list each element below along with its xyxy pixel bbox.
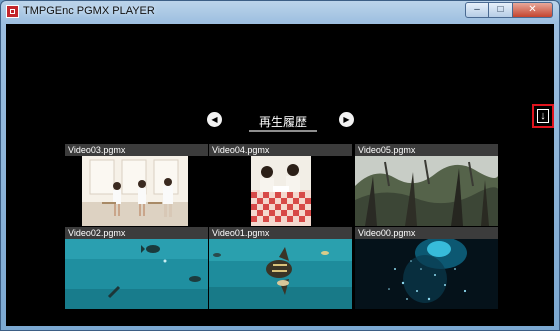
video-tile-video04[interactable]: Video04.pgmx bbox=[209, 144, 352, 226]
title-bar[interactable]: TMPGEnc PGMX PLAYER – □ ✕ bbox=[1, 1, 559, 23]
next-page-button[interactable]: ▶ bbox=[339, 112, 354, 127]
window-controls: – □ ✕ bbox=[465, 2, 553, 18]
video-thumbnail bbox=[65, 239, 208, 309]
video-name: Video04.pgmx bbox=[209, 144, 352, 156]
history-title-underline bbox=[249, 130, 317, 132]
window-title: TMPGEnc PGMX PLAYER bbox=[23, 5, 155, 17]
video-tile-video05[interactable]: Video05.pgmx bbox=[355, 144, 498, 226]
video-name: Video01.pgmx bbox=[209, 227, 352, 239]
player-area: ◀ 再生履歴 ▶ ↓ Video03.pgmx Video04.pgmx Vid… bbox=[6, 24, 554, 326]
video-tile-video03[interactable]: Video03.pgmx bbox=[65, 144, 208, 226]
video-tile-video02[interactable]: Video02.pgmx bbox=[65, 227, 208, 309]
download-button[interactable]: ↓ bbox=[532, 104, 554, 128]
history-title: 再生履歴 bbox=[258, 115, 307, 129]
video-name: Video00.pgmx bbox=[355, 227, 498, 239]
video-thumbnail bbox=[209, 239, 352, 309]
prev-page-button[interactable]: ◀ bbox=[207, 112, 222, 127]
video-thumbnail bbox=[82, 156, 188, 226]
minimize-button[interactable]: – bbox=[465, 2, 489, 18]
video-thumbnail bbox=[355, 239, 498, 309]
maximize-button[interactable]: □ bbox=[489, 2, 513, 18]
video-name: Video02.pgmx bbox=[65, 227, 208, 239]
video-name: Video03.pgmx bbox=[65, 144, 208, 156]
video-thumbnail bbox=[355, 156, 498, 226]
app-window: TMPGEnc PGMX PLAYER – □ ✕ ◀ 再生履歴 ▶ ↓ Vid… bbox=[0, 0, 560, 331]
close-button[interactable]: ✕ bbox=[513, 2, 553, 18]
video-tile-video00[interactable]: Video00.pgmx bbox=[355, 227, 498, 309]
video-tile-video01[interactable]: Video01.pgmx bbox=[209, 227, 352, 309]
app-logo-icon bbox=[6, 5, 19, 18]
video-name: Video05.pgmx bbox=[355, 144, 498, 156]
video-thumbnail bbox=[251, 156, 311, 226]
arrow-down-icon: ↓ bbox=[537, 109, 549, 123]
history-nav: ◀ 再生履歴 ▶ bbox=[6, 111, 554, 135]
